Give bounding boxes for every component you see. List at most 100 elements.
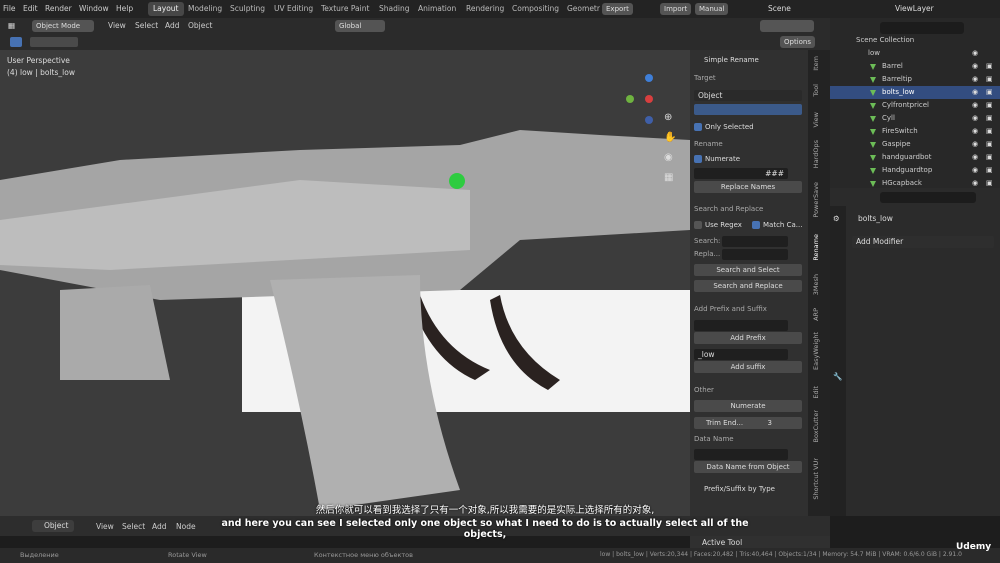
tab-arp[interactable]: ARP bbox=[812, 308, 820, 321]
outliner-search-input[interactable] bbox=[880, 22, 964, 34]
menu-render[interactable]: Render bbox=[45, 4, 72, 13]
numerate-checkbox[interactable]: Numerate bbox=[694, 155, 740, 163]
visibility-icon[interactable]: ◉ bbox=[972, 73, 978, 86]
object-mode-dropdown[interactable]: Object bbox=[32, 520, 74, 532]
scene-selector[interactable]: Scene bbox=[768, 4, 791, 13]
visibility-icon[interactable]: ◉ bbox=[972, 125, 978, 138]
tab-shortcut[interactable]: Shortcut VUr bbox=[812, 458, 820, 500]
camera-icon[interactable]: ◉ bbox=[664, 152, 673, 163]
menu-select[interactable]: Select bbox=[135, 21, 158, 30]
tab-tool[interactable]: Tool bbox=[812, 84, 820, 97]
tab-powersave[interactable]: PowerSave bbox=[812, 182, 820, 218]
tab-boxcutter[interactable]: BoxCutter bbox=[812, 410, 820, 443]
y-axis-icon[interactable] bbox=[626, 95, 634, 103]
add-suffix-button[interactable]: Add suffix bbox=[694, 361, 802, 373]
search-replace-button[interactable]: Search and Replace bbox=[694, 280, 802, 292]
tab-easyweight[interactable]: EasyWeight bbox=[812, 332, 820, 370]
render-icon[interactable]: ▣ bbox=[986, 164, 993, 177]
render-icon[interactable]: ▣ bbox=[986, 112, 993, 125]
properties-search-input[interactable] bbox=[880, 192, 976, 203]
outliner-item[interactable]: handguardbot ◉ ▣ bbox=[830, 151, 1000, 164]
numerate-button[interactable]: Numerate bbox=[694, 400, 802, 412]
menu-node-bottom[interactable]: Node bbox=[176, 522, 196, 531]
tab-view[interactable]: View bbox=[812, 112, 820, 127]
select-mode-buttons[interactable] bbox=[30, 37, 78, 47]
tool-props-icon[interactable]: ⚙ bbox=[833, 214, 840, 223]
outliner-item[interactable]: HGcapback ◉ ▣ bbox=[830, 177, 1000, 188]
tab-texture-paint[interactable]: Texture Paint bbox=[321, 4, 369, 13]
options-button[interactable]: Options bbox=[780, 36, 816, 48]
menu-add-bottom[interactable]: Add bbox=[152, 522, 167, 531]
z-axis-icon[interactable] bbox=[645, 74, 653, 82]
render-icon[interactable]: ▣ bbox=[986, 177, 993, 188]
outliner-item-selected[interactable]: bolts_low ◉ ▣ bbox=[830, 86, 1000, 99]
tab-modeling[interactable]: Modeling bbox=[188, 4, 222, 13]
viewlayer-selector[interactable]: ViewLayer bbox=[895, 4, 934, 13]
tab-rename[interactable]: Rename bbox=[812, 234, 820, 261]
search-select-button[interactable]: Search and Select bbox=[694, 264, 802, 276]
visibility-icon[interactable]: ◉ bbox=[972, 47, 978, 60]
render-icon[interactable]: ▣ bbox=[986, 73, 993, 86]
render-icon[interactable]: ▣ bbox=[986, 86, 993, 99]
replace-input[interactable] bbox=[722, 249, 788, 260]
tab-animation[interactable]: Animation bbox=[418, 4, 456, 13]
render-icon[interactable]: ▣ bbox=[986, 125, 993, 138]
search-input[interactable] bbox=[722, 236, 788, 247]
tab-rendering[interactable]: Rendering bbox=[466, 4, 504, 13]
outliner-item[interactable]: Gaspipe ◉ ▣ bbox=[830, 138, 1000, 151]
tab-edit[interactable]: Edit bbox=[812, 386, 820, 399]
visibility-icon[interactable]: ◉ bbox=[972, 60, 978, 73]
prefix-suffix-type-header[interactable]: Prefix/Suffix by Type bbox=[704, 485, 775, 493]
scene-collection-row[interactable]: Scene Collection bbox=[830, 34, 1000, 47]
menu-file[interactable]: File bbox=[3, 4, 16, 13]
visibility-icon[interactable]: ◉ bbox=[972, 164, 978, 177]
trim-end-field[interactable]: Trim End... 3 bbox=[694, 417, 802, 429]
menu-help[interactable]: Help bbox=[116, 4, 133, 13]
manual-button[interactable]: Manual bbox=[695, 3, 729, 15]
tab-geometry[interactable]: Geometr bbox=[567, 4, 600, 13]
3d-viewport[interactable]: User Perspective (4) low | bolts_low ⊕ ✋… bbox=[0, 50, 690, 516]
new-name-field[interactable]: ### bbox=[694, 168, 788, 179]
match-case-checkbox[interactable]: Match Ca... bbox=[752, 221, 802, 229]
collection-row-low[interactable]: low ◉ bbox=[830, 47, 1000, 60]
tab-sculpting[interactable]: Sculpting bbox=[230, 4, 265, 13]
menu-select-bottom[interactable]: Select bbox=[122, 522, 145, 531]
export-button[interactable]: Export bbox=[602, 3, 633, 15]
visibility-icon[interactable]: ◉ bbox=[972, 112, 978, 125]
outliner-item[interactable]: Handguardtop ◉ ▣ bbox=[830, 164, 1000, 177]
zoom-icon[interactable]: ⊕ bbox=[664, 112, 672, 123]
select-tool-icon[interactable] bbox=[10, 37, 22, 47]
target-dropdown[interactable]: Object bbox=[694, 90, 802, 101]
tab-item[interactable]: Item bbox=[812, 56, 820, 71]
editor-type-icon[interactable]: ▦ bbox=[8, 21, 15, 30]
tab-uv-editing[interactable]: UV Editing bbox=[274, 4, 313, 13]
import-button[interactable]: Import bbox=[660, 3, 692, 15]
prefix-input[interactable] bbox=[694, 320, 788, 331]
modifier-tab-icon[interactable]: 🔧 bbox=[833, 372, 842, 381]
mode-dropdown[interactable]: Object Mode bbox=[32, 20, 94, 32]
render-icon[interactable]: ▣ bbox=[986, 99, 993, 112]
outliner-item[interactable]: FireSwitch ◉ ▣ bbox=[830, 125, 1000, 138]
menu-edit[interactable]: Edit bbox=[23, 4, 38, 13]
add-modifier-dropdown[interactable]: Add Modifier bbox=[852, 236, 994, 248]
target-list-field[interactable] bbox=[694, 104, 802, 115]
render-icon[interactable]: ▣ bbox=[986, 151, 993, 164]
use-regex-checkbox[interactable]: Use Regex bbox=[694, 221, 742, 229]
menu-window[interactable]: Window bbox=[79, 4, 109, 13]
outliner-item[interactable]: Barreltip ◉ ▣ bbox=[830, 73, 1000, 86]
visibility-icon[interactable]: ◉ bbox=[972, 99, 978, 112]
outliner-item[interactable]: Barrel ◉ ▣ bbox=[830, 60, 1000, 73]
tab-shading[interactable]: Shading bbox=[379, 4, 409, 13]
data-name-input[interactable] bbox=[694, 449, 788, 460]
tab-hardops[interactable]: HardOps bbox=[812, 140, 820, 168]
visibility-icon[interactable]: ◉ bbox=[972, 138, 978, 151]
outliner-item[interactable]: Cylfrontpricel ◉ ▣ bbox=[830, 99, 1000, 112]
visibility-icon[interactable]: ◉ bbox=[972, 86, 978, 99]
visibility-icon[interactable]: ◉ bbox=[972, 151, 978, 164]
render-icon[interactable]: ▣ bbox=[986, 60, 993, 73]
neg-z-axis-icon[interactable] bbox=[645, 116, 653, 124]
suffix-input[interactable]: _low bbox=[694, 349, 788, 360]
menu-object[interactable]: Object bbox=[188, 21, 212, 30]
tab-3mesh[interactable]: 3Mesh bbox=[812, 274, 820, 295]
visibility-icon[interactable]: ◉ bbox=[972, 177, 978, 188]
